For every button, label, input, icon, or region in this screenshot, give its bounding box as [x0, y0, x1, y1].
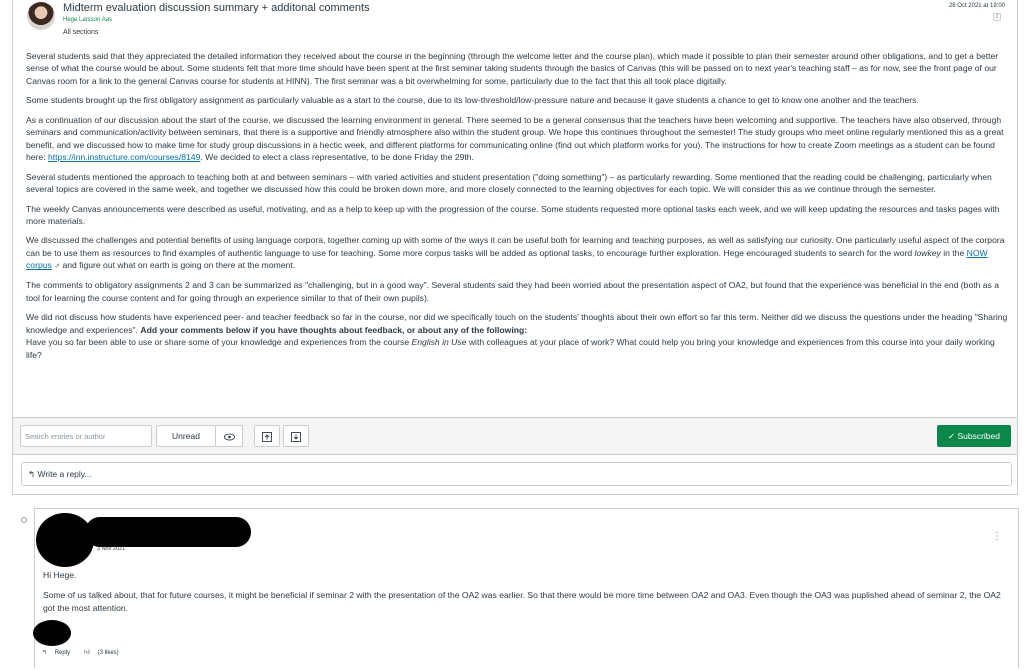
search-input[interactable]: Search entries or author — [20, 425, 152, 447]
write-reply-box[interactable]: ↰ Write a reply... — [21, 462, 1012, 486]
unread-count-badge: 1 — [993, 13, 1001, 21]
reply-button[interactable]: ↰ Reply — [42, 650, 76, 656]
paragraph: Several students said that they apprecia… — [26, 51, 999, 86]
eye-icon — [223, 433, 235, 441]
like-button[interactable]: 👍︎ (3 likes) — [84, 650, 125, 656]
collapse-icon — [262, 431, 272, 442]
topic-date: 28 Oct 2021 at 19:00 — [948, 3, 1005, 9]
collapse-replies-button[interactable] — [254, 425, 280, 447]
entry-greeting: Hi Hege. — [43, 570, 77, 580]
topic-title: Midterm evaluation discussion summary + … — [63, 2, 370, 14]
redacted-author-name — [85, 517, 251, 547]
paragraph: Several students mentioned the approach … — [26, 171, 992, 195]
topic-body: Several students said that they apprecia… — [26, 50, 1011, 368]
paragraph: The comments to obligatory assignments 2… — [26, 280, 1000, 303]
paragraph: We did not discuss how students have exp… — [26, 312, 1008, 360]
entry-date: 3 Nov 2021 — [97, 546, 126, 552]
entry-body: Hi Hege. Some of us talked about, that f… — [43, 569, 1008, 622]
entry-actions: ↰ Reply 👍︎ (3 likes) — [42, 649, 131, 658]
paragraph: The weekly Canvas announcements were des… — [26, 203, 1000, 226]
author-avatar[interactable] — [27, 2, 55, 30]
discussion-toolbar: Search entries or author Unread ✓ Subscr… — [13, 417, 1017, 455]
expand-replies-button[interactable] — [283, 425, 309, 447]
unread-indicator[interactable] — [21, 517, 27, 523]
discussion-topic: Midterm evaluation discussion summary + … — [12, 0, 1018, 495]
paragraph: We discussed the challenges and potentia… — [26, 235, 1005, 271]
unread-filter-button[interactable]: Unread — [156, 425, 216, 447]
paragraph: Some students brought up the first oblig… — [26, 95, 919, 106]
redacted-avatar — [36, 513, 94, 567]
paragraph: As a continuation of our discussion abou… — [26, 114, 1004, 163]
sections-label: All sections — [63, 29, 99, 36]
more-options-icon[interactable]: ⋮ — [992, 532, 1002, 542]
reply-arrow-icon: ↰ — [42, 650, 49, 656]
redacted-mark — [33, 620, 71, 646]
author-name[interactable]: Hege Larsson Aas — [63, 16, 112, 25]
entry-text: Some of us talked about, that for future… — [43, 590, 1001, 613]
subscribed-button[interactable]: ✓ Subscribed — [937, 425, 1011, 447]
discussion-entry: 3 Nov 2021 ⋮ Hi Hege. Some of us talked … — [33, 508, 1019, 668]
zoom-instructions-link[interactable]: https://inn.instructure.com/courses/8149 — [48, 152, 200, 162]
expand-icon — [291, 431, 301, 442]
mark-read-button[interactable] — [215, 425, 243, 447]
thumbs-up-icon: 👍︎ — [83, 650, 92, 656]
